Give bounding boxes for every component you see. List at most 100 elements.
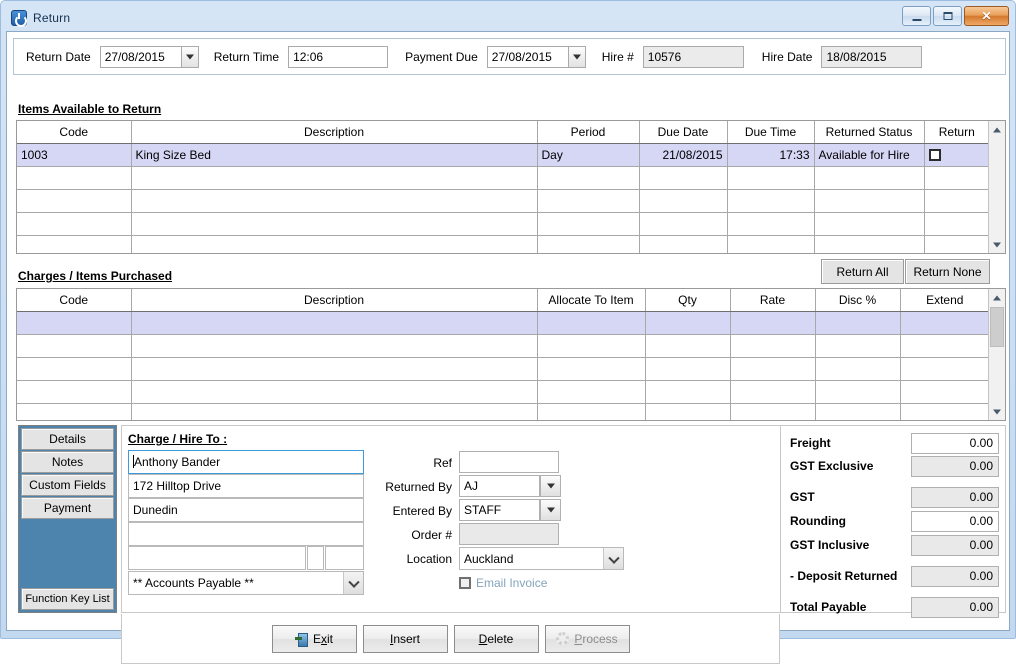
cell-description[interactable] [131, 212, 538, 236]
table-row[interactable] [17, 212, 988, 236]
items-available-grid[interactable]: Code Description Period Due Date Due Tim… [16, 120, 1006, 254]
minimize-button[interactable] [902, 6, 931, 26]
items-col-code[interactable]: Code [17, 121, 132, 144]
cell-period[interactable]: Day [537, 143, 640, 167]
tab-payment[interactable]: Payment [21, 497, 114, 519]
table-row[interactable] [17, 166, 988, 190]
cell-allocate[interactable] [537, 357, 646, 381]
chevron-down-icon[interactable] [343, 572, 363, 594]
cell-due-date[interactable] [639, 235, 728, 253]
freight-value[interactable]: 0.00 [911, 433, 999, 454]
scroll-down-icon[interactable] [989, 236, 1005, 253]
cell-description[interactable] [131, 166, 538, 190]
cell-due-time[interactable] [727, 189, 815, 213]
cell-return[interactable] [924, 166, 988, 190]
close-button[interactable]: ✕ [964, 6, 1009, 26]
cell-rate[interactable] [730, 334, 816, 358]
return-date-combo[interactable]: 27/08/2015 [99, 45, 199, 68]
location-combo[interactable]: Auckland [459, 547, 624, 570]
cell-code[interactable] [17, 357, 132, 381]
items-col-return[interactable]: Return [924, 121, 988, 144]
tab-details[interactable]: Details [21, 428, 114, 450]
scroll-up-icon[interactable] [989, 121, 1005, 138]
cell-rate[interactable] [730, 380, 816, 404]
cell-qty[interactable] [645, 403, 731, 420]
items-col-description[interactable]: Description [131, 121, 538, 144]
cell-description[interactable] [131, 334, 538, 358]
cell-extend[interactable] [900, 311, 988, 335]
cell-due-time[interactable]: 17:33 [727, 143, 815, 167]
table-row[interactable]: 1003 King Size Bed Day 21/08/2015 17:33 … [17, 143, 988, 167]
returned-by-dropdown-arrow[interactable] [540, 475, 561, 497]
suburb-input[interactable] [128, 546, 306, 570]
items-col-due-date[interactable]: Due Date [639, 121, 728, 144]
items-col-returned-status[interactable]: Returned Status [814, 121, 925, 144]
return-date-dropdown-arrow[interactable] [181, 45, 199, 68]
function-key-list-button[interactable]: Function Key List [21, 588, 114, 610]
chevron-down-icon[interactable] [603, 548, 623, 569]
cell-due-time[interactable] [727, 166, 815, 190]
cell-period[interactable] [537, 235, 640, 253]
cell-returned-status[interactable] [814, 189, 925, 213]
return-none-button[interactable]: Return None [905, 259, 990, 284]
postcode-input[interactable] [307, 546, 324, 570]
cell-returned-status[interactable] [814, 235, 925, 253]
charges-col-description[interactable]: Description [131, 289, 538, 312]
cell-extend[interactable] [900, 403, 988, 420]
return-time-input[interactable]: 12:06 [288, 45, 389, 68]
tab-notes[interactable]: Notes [21, 451, 114, 473]
cell-qty[interactable] [645, 380, 731, 404]
cell-code[interactable] [17, 311, 132, 335]
cell-period[interactable] [537, 166, 640, 190]
cell-qty[interactable] [645, 311, 731, 335]
cell-code[interactable]: 1003 [17, 143, 132, 167]
cell-allocate[interactable] [537, 311, 646, 335]
cell-allocate[interactable] [537, 403, 646, 420]
cell-returned-status[interactable] [814, 166, 925, 190]
payment-due-input[interactable]: 27/08/2015 [486, 45, 569, 68]
cell-code[interactable] [17, 212, 132, 236]
address-line-1-input[interactable]: 172 Hilltop Drive [128, 474, 364, 498]
cell-extend[interactable] [900, 334, 988, 358]
cell-return[interactable] [924, 212, 988, 236]
cell-allocate[interactable] [537, 334, 646, 358]
payment-due-dropdown-arrow[interactable] [568, 45, 586, 68]
charges-col-extend[interactable]: Extend [900, 289, 988, 312]
table-row[interactable] [17, 235, 988, 253]
table-row[interactable] [17, 380, 988, 404]
returned-by-input[interactable]: AJ [459, 475, 540, 497]
cell-period[interactable] [537, 189, 640, 213]
entered-by-dropdown-arrow[interactable] [540, 499, 561, 521]
cell-rate[interactable] [730, 403, 816, 420]
scroll-up-icon[interactable] [989, 289, 1005, 306]
table-row[interactable] [17, 403, 988, 420]
account-combo[interactable]: ** Accounts Payable ** [128, 571, 364, 595]
cell-qty[interactable] [645, 334, 731, 358]
tab-custom-fields[interactable]: Custom Fields [21, 474, 114, 496]
cell-disc[interactable] [815, 380, 901, 404]
items-grid-scrollbar[interactable] [988, 121, 1005, 253]
return-checkbox[interactable] [928, 148, 941, 161]
charges-grid[interactable]: Code Description Allocate To Item Qty Ra… [16, 288, 1006, 421]
cell-qty[interactable] [645, 357, 731, 381]
email-invoice-checkbox[interactable]: Email Invoice [459, 576, 547, 590]
table-row[interactable] [17, 189, 988, 213]
cell-period[interactable] [537, 212, 640, 236]
cell-extend[interactable] [900, 380, 988, 404]
return-date-input[interactable]: 27/08/2015 [99, 45, 182, 68]
cell-due-time[interactable] [727, 212, 815, 236]
table-row[interactable] [17, 334, 988, 358]
entered-by-input[interactable]: STAFF [459, 499, 540, 521]
cell-disc[interactable] [815, 403, 901, 420]
cell-return[interactable] [924, 235, 988, 253]
cell-due-date[interactable]: 21/08/2015 [639, 143, 728, 167]
cell-code[interactable] [17, 380, 132, 404]
scroll-down-icon[interactable] [989, 403, 1005, 420]
cell-description[interactable] [131, 357, 538, 381]
cell-description[interactable] [131, 235, 538, 253]
cell-return[interactable] [924, 189, 988, 213]
customer-name-input[interactable]: Anthony Bander [128, 450, 364, 474]
charges-col-disc[interactable]: Disc % [815, 289, 901, 312]
cell-disc[interactable] [815, 311, 901, 335]
cell-returned-status[interactable]: Available for Hire [814, 143, 925, 167]
